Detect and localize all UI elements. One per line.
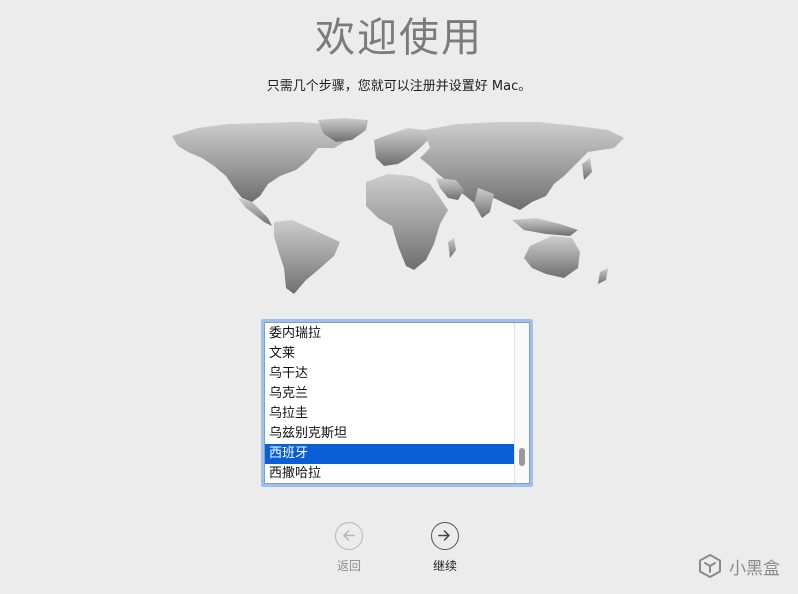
europe-shape [374, 128, 430, 166]
watermark-text: 小黑盒 [729, 558, 780, 579]
list-item-uganda[interactable]: 乌干达 [265, 364, 517, 384]
list-item-venezuela[interactable]: 委内瑞拉 [265, 324, 517, 344]
africa-shape [366, 174, 448, 270]
country-list-items: 委内瑞拉 文莱 乌干达 乌克兰 乌拉圭 乌兹别克斯坦 西班牙 西撒哈拉 [265, 324, 517, 484]
list-item-brunei[interactable]: 文莱 [265, 344, 517, 364]
list-item-uruguay[interactable]: 乌拉圭 [265, 404, 517, 424]
madagascar-shape [448, 238, 456, 258]
arrow-left-circle-icon [335, 522, 363, 550]
north-america-shape [172, 122, 348, 202]
back-button[interactable]: 返回 [319, 522, 379, 573]
list-item-ukraine[interactable]: 乌克兰 [265, 384, 517, 404]
world-map-image [172, 118, 624, 294]
arrow-right-circle-icon [431, 522, 459, 550]
australia-shape [524, 236, 580, 278]
list-item-uzbekistan[interactable]: 乌兹别克斯坦 [265, 424, 517, 444]
continue-button-label: 继续 [432, 559, 457, 573]
central-america-shape [238, 198, 272, 226]
list-item-spain-selected[interactable]: 西班牙 [265, 444, 517, 464]
south-america-shape [274, 220, 340, 294]
page-subtitle: 只需几个步骤，您就可以注册并设置好 Mac。 [266, 79, 532, 94]
country-list[interactable]: 委内瑞拉 文莱 乌干达 乌克兰 乌拉圭 乌兹别克斯坦 西班牙 西撒哈拉 [261, 319, 533, 487]
scrollbar-thumb[interactable] [519, 448, 525, 466]
list-item-western-sahara[interactable]: 西撒哈拉 [265, 464, 517, 484]
continue-button[interactable]: 继续 [415, 522, 475, 573]
new-zealand-shape [598, 268, 608, 284]
page-title: 欢迎使用 [315, 15, 483, 61]
indonesia-shape [512, 218, 578, 236]
back-button-label: 返回 [336, 559, 361, 573]
list-scrollbar[interactable] [514, 323, 529, 483]
xiaoheihe-logo-icon [699, 554, 721, 578]
watermark: 小黑盒 [697, 552, 780, 580]
japan-shape [582, 158, 592, 180]
